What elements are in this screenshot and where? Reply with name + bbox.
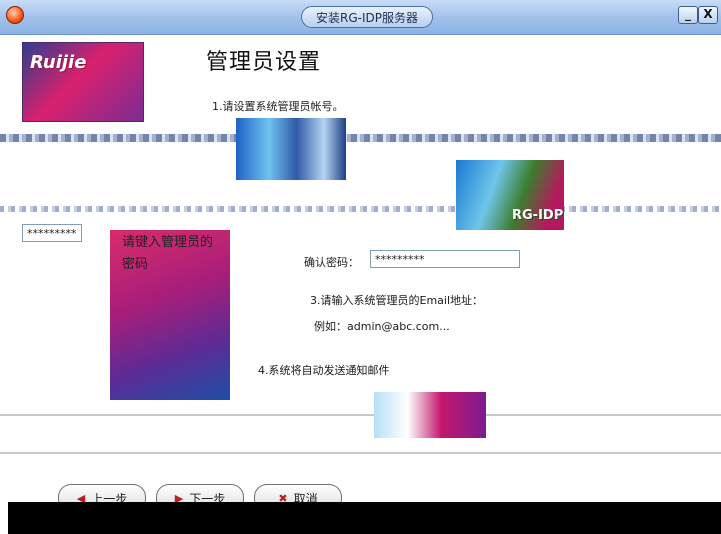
product-label: RG-IDP bbox=[512, 208, 564, 223]
decorative-graphic bbox=[236, 118, 346, 180]
email-example: 例如：admin@abc.com... bbox=[314, 320, 450, 333]
close-button[interactable]: X bbox=[698, 6, 718, 24]
confirm-password-field[interactable] bbox=[370, 250, 520, 268]
admin-account-field[interactable] bbox=[22, 224, 82, 242]
side-caption: 请键入管理员的密码 bbox=[122, 235, 214, 272]
window-title: 安装RG-IDP服务器 bbox=[301, 6, 433, 28]
page-title: 管理员设置 bbox=[206, 50, 322, 75]
minimize-button[interactable]: _ bbox=[678, 6, 698, 24]
decorative-graphic bbox=[374, 392, 486, 438]
step-1-text: 1.请设置系统管理员帐号。 bbox=[212, 100, 344, 113]
render-artifact-band bbox=[0, 134, 721, 142]
taskbar-strip bbox=[8, 502, 721, 534]
divider bbox=[0, 414, 721, 416]
app-icon bbox=[6, 6, 24, 24]
notify-label: 4.系统将自动发送通知邮件 bbox=[258, 364, 390, 377]
logo-text: Ruijie bbox=[30, 52, 87, 73]
confirm-password-label: 确认密码： bbox=[304, 256, 359, 269]
title-bar: 安装RG-IDP服务器 _ X bbox=[0, 0, 721, 35]
render-artifact-band bbox=[0, 206, 721, 212]
email-label: 3.请输入系统管理员的Email地址： bbox=[310, 294, 484, 307]
divider bbox=[0, 452, 721, 454]
